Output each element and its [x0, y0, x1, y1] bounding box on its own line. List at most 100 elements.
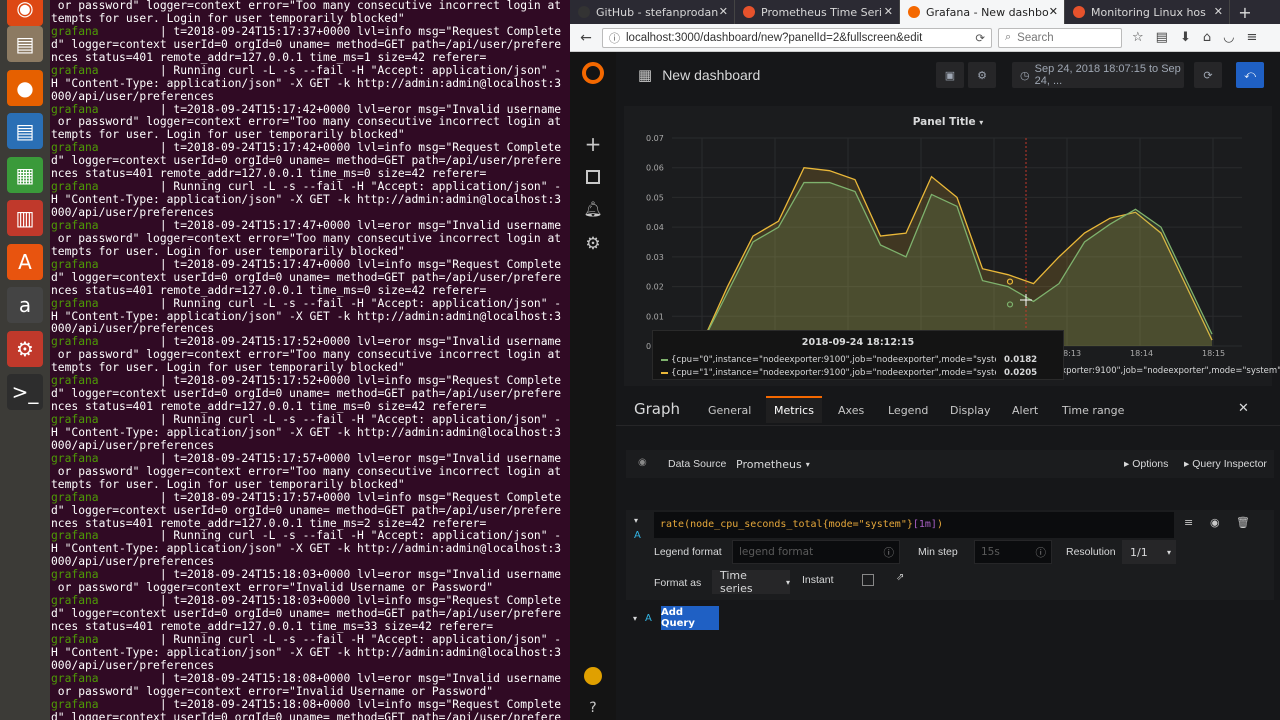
min-step-input[interactable]: 15s ⓘ [974, 540, 1052, 564]
graph-tooltip: 2018-09-24 18:12:15 {cpu="0",instance="n… [652, 330, 1064, 380]
tab-favicon-icon [908, 6, 920, 18]
tab-close-icon[interactable]: ✕ [884, 5, 893, 18]
terminal-icon[interactable]: >_ [7, 374, 43, 410]
time-picker-button[interactable]: ◷ Sep 24, 2018 18:07:15 to Sep 24, ... [1012, 62, 1184, 88]
external-link-icon[interactable]: ⇗ [896, 572, 904, 583]
new-tab-button[interactable]: + [1230, 0, 1260, 24]
terminal-line-text: d" logger=context userId=0 orgId=0 uname… [51, 607, 562, 621]
bookmark-star-icon[interactable]: ☆ [1132, 30, 1144, 45]
launcher-dock: ◉ ▤ ● ▤ ▦ ▥ Aa ⚙ >_ [0, 0, 50, 720]
terminal-window[interactable]: or password" logger=context error="Too m… [50, 0, 570, 720]
terminal-line-text: tempts for user. Login for user temporar… [51, 361, 405, 375]
terminal-line-text: 000/api/user/preferences [51, 322, 215, 336]
editor-tab-legend[interactable]: Legend [888, 404, 928, 417]
help-icon[interactable]: ? [570, 700, 616, 716]
add-icon[interactable]: + [570, 132, 616, 156]
dashboards-icon[interactable] [586, 170, 600, 184]
grafana-logo-icon[interactable] [582, 62, 604, 84]
close-editor-icon[interactable]: ✕ [1238, 401, 1249, 416]
impress-icon[interactable]: ▥ [7, 200, 43, 236]
download-icon[interactable]: ⬇ [1180, 30, 1191, 45]
files-icon[interactable]: ▤ [7, 26, 43, 62]
save-dashboard-button[interactable]: ▣ [936, 62, 964, 88]
software-icon[interactable]: A [7, 243, 43, 280]
collapse-query-icon[interactable]: ▾ [634, 516, 638, 525]
info-icon[interactable]: ⓘ [609, 30, 620, 46]
remove-query-trash-icon[interactable]: 🗑︎ [1236, 516, 1250, 529]
instant-checkbox[interactable] [862, 574, 874, 586]
dashboard-title[interactable]: New dashboard [662, 67, 760, 83]
terminal-line-text: or password" logger=context error="Inval… [51, 581, 494, 595]
terminal-line-text: | Running curl -L -s --fail -H "Accept: … [98, 180, 562, 194]
terminal-line-text: | t=2018-09-24T15:17:47+0000 lvl=info ms… [98, 257, 562, 271]
settings-icon[interactable]: ⚙ [7, 330, 43, 367]
browser-tab[interactable]: GitHub - stefanprodan ✕ [570, 0, 735, 24]
url-bar[interactable]: ⓘ localhost:3000/dashboard/new?panelId=2… [602, 27, 992, 48]
graph-panel[interactable]: Panel Title ▾ 0.07 0.06 0.05 0.04 0.03 0.02 0.… [624, 106, 1280, 386]
reload-icon[interactable]: ⟳ [975, 31, 985, 45]
ubuntu-icon[interactable]: ◉ [7, 0, 43, 26]
terminal-line-prefix: grafana [51, 257, 99, 271]
legend-text-right: exporter:9100",job="nodeexporter",mode="… [1056, 366, 1280, 376]
add-query-button[interactable]: Add Query [661, 606, 719, 630]
editor-tab-general[interactable]: General [708, 404, 751, 417]
query-ref-letter: A [634, 530, 641, 541]
user-avatar[interactable] [584, 667, 602, 685]
firefox-icon[interactable]: ● [7, 69, 43, 106]
terminal-line-text: H "Content-Type: application/json" -X GE… [51, 193, 562, 207]
format-as-select[interactable]: Time series ▾ [712, 569, 790, 595]
browser-tab[interactable]: Monitoring Linux hos ✕ [1065, 0, 1230, 24]
terminal-line-text: or password" logger=context error="Inval… [51, 684, 494, 698]
editor-tab-time-range[interactable]: Time range [1062, 404, 1124, 417]
library-icon[interactable]: ▤ [1156, 30, 1168, 45]
back-to-dashboard-button[interactable]: ⤺ [1236, 62, 1264, 88]
query-inspector-toggle[interactable]: ▸ Query Inspector [1184, 458, 1267, 470]
query-expression[interactable]: rate(node_cpu_seconds_total{mode="system… [654, 512, 1174, 538]
resolution-caret-icon: ▾ [1166, 547, 1171, 557]
refresh-button[interactable]: ⟳ [1194, 62, 1222, 88]
min-step-info-icon[interactable]: ⓘ [1036, 545, 1047, 560]
tab-label: GitHub - stefanprodan [596, 5, 719, 19]
editor-tab-metrics[interactable]: Metrics [766, 396, 822, 423]
query-editor-a: ▾ A rate(node_cpu_seconds_total{mode="sy… [626, 510, 1274, 600]
legend-info-icon[interactable]: ⓘ [884, 545, 895, 560]
tab-close-icon[interactable]: ✕ [1049, 5, 1058, 18]
browser-tab[interactable]: Grafana - New dashbo ✕ [900, 0, 1065, 24]
calc-icon[interactable]: ▦ [7, 156, 43, 193]
editor-tab-axes[interactable]: Axes [838, 404, 864, 417]
terminal-line-prefix: grafana [51, 568, 99, 582]
terminal-line-text: d" logger=context userId=0 orgId=0 uname… [51, 270, 562, 284]
query-expr-metric: rate(node_cpu_seconds_total [660, 519, 823, 530]
terminal-line-text: 000/api/user/preferences [51, 658, 215, 672]
next-query-letter: A [645, 613, 652, 624]
back-arrow-icon[interactable]: ← [576, 30, 596, 46]
y-tick-label: 0.03 [646, 253, 664, 262]
pocket-icon[interactable]: ◡ [1223, 30, 1234, 45]
legend-format-input[interactable]: legend format ⓘ [732, 540, 900, 564]
resolution-value: 1/1 [1130, 545, 1148, 559]
editor-tab-display[interactable]: Display [950, 404, 991, 417]
options-toggle[interactable]: ▸ Options [1124, 458, 1168, 470]
browser-tab[interactable]: Prometheus Time Seri ✕ [735, 0, 900, 24]
tab-close-icon[interactable]: ✕ [719, 5, 728, 18]
editor-tab-alert[interactable]: Alert [1012, 404, 1038, 417]
hide-query-eye-icon[interactable]: ◉ [1210, 516, 1220, 529]
menu-icon[interactable]: ≡ [1246, 30, 1257, 45]
dashboard-settings-button[interactable]: ⚙ [968, 62, 996, 88]
terminal-line-text: H "Content-Type: application/json" -X GE… [51, 645, 562, 659]
navigation-bar: ← ⓘ localhost:3000/dashboard/new?panelId… [570, 24, 1280, 52]
data-source-select[interactable]: Prometheus ▾ [728, 452, 810, 476]
terminal-line-prefix: grafana [51, 413, 99, 426]
tab-close-icon[interactable]: ✕ [1214, 5, 1223, 18]
query-menu-icon[interactable]: ≡ [1184, 516, 1193, 529]
writer-icon[interactable]: ▤ [7, 113, 43, 149]
query-expr-range: [1m] [912, 519, 937, 530]
terminal-line-text: nces status=401 remote_addr=127.0.0.1 ti… [51, 167, 487, 181]
configuration-gear-icon[interactable]: ⚙ [570, 234, 616, 254]
resolution-label: Resolution [1066, 546, 1116, 558]
home-icon[interactable]: ⌂ [1203, 30, 1211, 45]
search-input[interactable]: ⌕ Search [998, 27, 1122, 48]
amazon-icon[interactable]: a [7, 287, 43, 323]
alert-bell-icon[interactable]: 🔔︎ [570, 200, 616, 218]
resolution-select[interactable]: 1/1 ▾ [1122, 540, 1176, 564]
